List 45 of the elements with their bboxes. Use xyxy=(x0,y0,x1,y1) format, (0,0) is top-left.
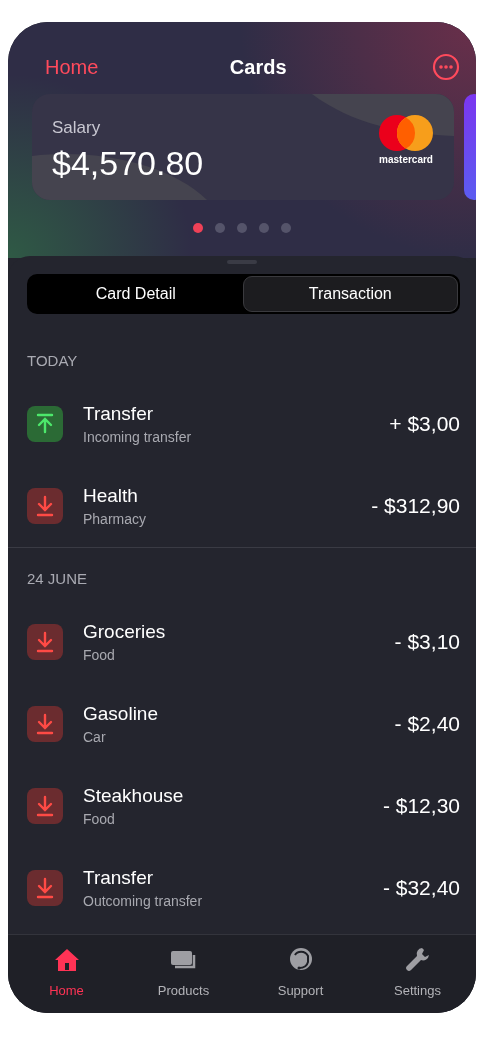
more-icon[interactable] xyxy=(432,53,460,81)
transaction-name: Gasoline xyxy=(83,703,159,725)
transaction-amount: - $32,40 xyxy=(382,876,460,900)
circles-logo-icon xyxy=(378,114,434,152)
card-label: Salary xyxy=(52,118,102,138)
card-brand: mastercard xyxy=(379,154,433,165)
arrow-down-icon xyxy=(27,870,63,906)
transaction-amount: - $12,30 xyxy=(382,794,460,818)
date-heading: 24 JUNE xyxy=(26,569,89,589)
back-link[interactable]: Home xyxy=(45,55,99,79)
date-heading: TODAY xyxy=(26,351,79,371)
bank-card[interactable]: Salary $4,570.80 mastercard xyxy=(32,94,454,200)
transaction-category: Food xyxy=(83,647,116,663)
transaction-category: Outcoming transfer xyxy=(83,893,204,909)
nav-tab[interactable]: Home xyxy=(21,935,112,1013)
transaction-category: Car xyxy=(83,729,107,745)
transaction-amount: - $312,90 xyxy=(371,494,460,518)
segment-tab[interactable]: Card Detail xyxy=(29,276,243,312)
screen-title: Cards xyxy=(229,55,287,79)
nav-tab[interactable]: Support xyxy=(255,935,346,1013)
arrow-up-icon xyxy=(27,406,63,442)
page-dot[interactable] xyxy=(259,223,269,233)
transaction-category: Pharmacy xyxy=(83,511,148,527)
transaction-amount: - $2,40 xyxy=(394,712,460,736)
transaction-name: Health xyxy=(83,485,139,507)
transaction-name: Groceries xyxy=(83,621,167,643)
page-dot[interactable] xyxy=(281,223,291,233)
arrow-down-icon xyxy=(27,624,63,660)
transaction-name: Transfer xyxy=(83,867,155,889)
transaction-name: Steakhouse xyxy=(83,785,185,807)
segment-tab[interactable]: Transaction xyxy=(242,276,458,312)
transaction-category: Food xyxy=(83,811,116,827)
transaction-amount: + $3,00 xyxy=(389,412,460,436)
nav-tab[interactable]: Settings xyxy=(372,935,463,1013)
arrow-down-icon xyxy=(27,488,63,524)
page-dot[interactable] xyxy=(237,223,247,233)
transaction-name: Transfer xyxy=(83,403,155,425)
arrow-down-icon xyxy=(27,706,63,742)
nav-tab[interactable]: Products xyxy=(138,935,229,1013)
card-balance: $4,570.80 xyxy=(52,144,204,183)
transaction-category: Incoming transfer xyxy=(83,429,193,445)
arrow-down-icon xyxy=(27,788,63,824)
page-dot[interactable] xyxy=(215,223,225,233)
page-dot[interactable] xyxy=(193,223,203,233)
transaction-amount: - $3,10 xyxy=(394,630,460,654)
